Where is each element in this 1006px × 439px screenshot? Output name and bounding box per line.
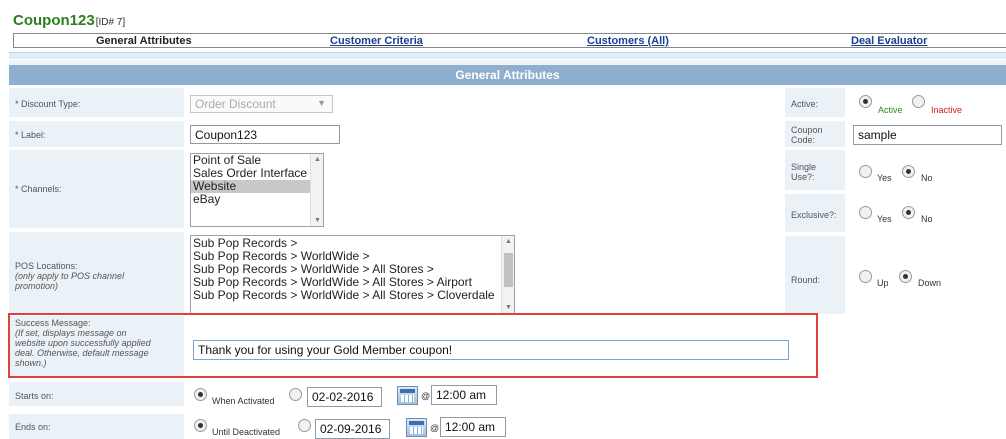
label-input[interactable] bbox=[190, 125, 340, 144]
ends-on-label: Ends on: bbox=[15, 422, 51, 432]
scroll-up-icon[interactable]: ▲ bbox=[502, 238, 514, 245]
inactive-radio[interactable] bbox=[912, 95, 925, 108]
exclusive-label: Exclusive?: bbox=[791, 210, 837, 220]
start-date-radio[interactable] bbox=[289, 388, 302, 401]
starts-on-label: Starts on: bbox=[15, 391, 54, 401]
round-down-radio[interactable] bbox=[899, 270, 912, 283]
discount-type-label: * Discount Type: bbox=[15, 99, 81, 109]
calendar-icon[interactable] bbox=[397, 386, 418, 405]
pos-locations-note: (only apply to POS channel bbox=[15, 271, 125, 281]
start-time-input[interactable] bbox=[431, 385, 497, 405]
end-date-radio[interactable] bbox=[298, 419, 311, 432]
single-use-yes-label: Yes bbox=[877, 173, 892, 183]
channel-option[interactable]: eBay bbox=[191, 193, 323, 206]
pos-locations-listbox[interactable]: Sub Pop Records > Sub Pop Records > Worl… bbox=[190, 235, 515, 314]
pos-locations-label: POS Locations: bbox=[15, 261, 78, 271]
divider bbox=[9, 52, 1006, 59]
single-use-yes-radio[interactable] bbox=[859, 165, 872, 178]
scroll-down-icon[interactable]: ▼ bbox=[311, 217, 323, 224]
scroll-up-icon[interactable]: ▲ bbox=[311, 156, 323, 163]
pos-option[interactable]: Sub Pop Records > WorldWide > All Stores… bbox=[191, 289, 514, 302]
exclusive-yes-radio[interactable] bbox=[859, 206, 872, 219]
inactive-option-label: Inactive bbox=[931, 105, 963, 115]
tab-bar: General Attributes Customer Criteria Cus… bbox=[13, 33, 1006, 48]
tab-customers-all[interactable]: Customers (All) bbox=[587, 35, 669, 47]
exclusive-yes-label: Yes bbox=[877, 214, 892, 224]
end-time-input[interactable] bbox=[440, 417, 506, 437]
exclusive-no-radio[interactable] bbox=[902, 206, 915, 219]
coupon-name: Coupon123 bbox=[13, 12, 95, 29]
chevron-down-icon: ▼ bbox=[317, 98, 326, 108]
channels-label: * Channels: bbox=[15, 184, 62, 194]
until-deactivated-label: Until Deactivated bbox=[212, 427, 281, 437]
scrollbar[interactable]: ▲ ▼ bbox=[501, 236, 514, 313]
pos-locations-note: promotion) bbox=[15, 281, 59, 291]
active-label: Active: bbox=[791, 99, 819, 109]
until-deactivated-radio[interactable] bbox=[194, 419, 207, 432]
round-up-radio[interactable] bbox=[859, 270, 872, 283]
tab-deal-evaluator[interactable]: Deal Evaluator bbox=[851, 35, 927, 47]
round-label: Round: bbox=[791, 275, 821, 285]
scroll-down-icon[interactable]: ▼ bbox=[502, 304, 514, 311]
tab-general-attributes[interactable]: General Attributes bbox=[96, 35, 192, 47]
coupon-code-input[interactable] bbox=[853, 125, 1002, 145]
single-use-no-label: No bbox=[921, 173, 933, 183]
coupon-code-label: Code: bbox=[791, 135, 816, 145]
single-use-no-radio[interactable] bbox=[902, 165, 915, 178]
calendar-icon[interactable] bbox=[406, 418, 427, 437]
label-field-label: * Label: bbox=[15, 130, 46, 140]
channels-listbox[interactable]: Point of Sale Sales Order Interface Webs… bbox=[190, 153, 324, 227]
at-symbol: @ bbox=[430, 423, 440, 433]
start-date-input[interactable] bbox=[307, 387, 382, 407]
coupon-code-label: Coupon bbox=[791, 125, 823, 135]
page-title: Coupon123[ID# 7] bbox=[13, 12, 125, 29]
discount-type-value: Order Discount bbox=[195, 97, 276, 111]
when-activated-radio[interactable] bbox=[194, 388, 207, 401]
single-use-label: Single bbox=[791, 162, 817, 172]
scroll-thumb[interactable] bbox=[504, 253, 513, 287]
active-option-label: Active bbox=[878, 105, 903, 115]
discount-type-select[interactable]: Order Discount ▼ bbox=[190, 95, 333, 113]
scrollbar[interactable]: ▲ ▼ bbox=[310, 154, 323, 226]
highlight-box bbox=[8, 313, 818, 378]
exclusive-no-label: No bbox=[921, 214, 933, 224]
active-radio[interactable] bbox=[859, 95, 872, 108]
at-symbol: @ bbox=[421, 391, 431, 401]
when-activated-label: When Activated bbox=[212, 396, 275, 406]
round-down-label: Down bbox=[918, 278, 942, 288]
round-up-label: Up bbox=[877, 278, 889, 288]
id-tag: [ID# 7] bbox=[95, 17, 126, 28]
tab-customer-criteria[interactable]: Customer Criteria bbox=[330, 35, 423, 47]
end-date-input[interactable] bbox=[315, 419, 390, 439]
section-header: General Attributes bbox=[9, 65, 1006, 85]
single-use-label: Use?: bbox=[791, 172, 815, 182]
